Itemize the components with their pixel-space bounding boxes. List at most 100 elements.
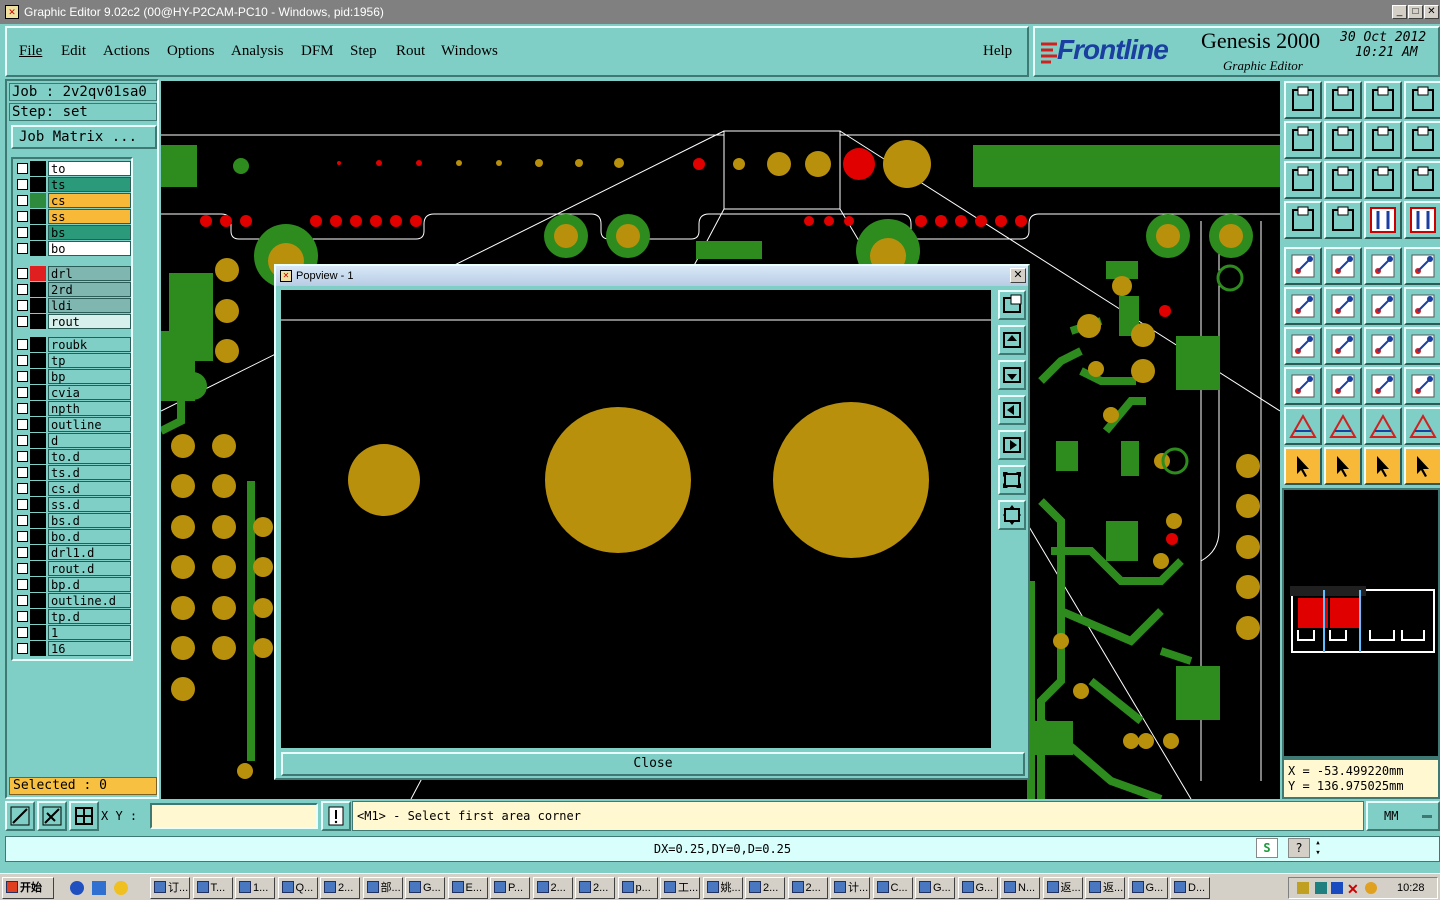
properties-icon[interactable]: [1404, 201, 1440, 239]
polygon-icon[interactable]: [1284, 407, 1322, 445]
layer-checkbox[interactable]: [17, 563, 28, 574]
media-icon[interactable]: [114, 881, 128, 895]
taskbar-item[interactable]: 返...: [1042, 877, 1083, 899]
layer-name[interactable]: rout.d: [48, 561, 131, 576]
taskbar-item[interactable]: 1...: [235, 877, 275, 899]
start-button[interactable]: 开始: [2, 877, 54, 899]
layer-name[interactable]: d: [48, 433, 131, 448]
minimize-button[interactable]: _: [1392, 5, 1407, 19]
layer-checkbox[interactable]: [17, 371, 28, 382]
connect-icon[interactable]: [1284, 287, 1322, 325]
layer-checkbox[interactable]: [17, 195, 28, 206]
taskbar-item[interactable]: G...: [957, 877, 998, 899]
measure-tool-icon[interactable]: [1324, 201, 1362, 239]
menu-dfm[interactable]: DFM: [301, 43, 334, 60]
layer-checkbox[interactable]: [17, 627, 28, 638]
layer-name[interactable]: to.d: [48, 449, 131, 464]
layer-checkbox[interactable]: [17, 300, 28, 311]
layer-name[interactable]: ldi: [48, 298, 131, 313]
layer-checkbox[interactable]: [17, 339, 28, 350]
add-surface-icon[interactable]: [1324, 247, 1362, 285]
layer-checkbox[interactable]: [17, 163, 28, 174]
layer-checkbox[interactable]: [17, 403, 28, 414]
taskbar-item[interactable]: E...: [447, 877, 488, 899]
layer-checkbox[interactable]: [17, 531, 28, 542]
taskbar-item[interactable]: G...: [1127, 877, 1168, 899]
layer-name[interactable]: bo: [48, 241, 131, 256]
layer-row[interactable]: tp.d: [15, 609, 131, 624]
restore-button[interactable]: □: [1408, 5, 1423, 19]
undo-icon[interactable]: [1364, 121, 1402, 159]
layer-checkbox[interactable]: [17, 499, 28, 510]
layer-checkbox[interactable]: [17, 467, 28, 478]
taskbar-item[interactable]: 计...: [830, 877, 870, 899]
layer-name[interactable]: 16: [48, 641, 131, 656]
layer-checkbox[interactable]: [17, 227, 28, 238]
select-net-icon[interactable]: [1364, 447, 1402, 485]
overview-map[interactable]: [1282, 488, 1440, 758]
popview-canvas[interactable]: [281, 290, 991, 748]
layer-row[interactable]: drl: [15, 266, 131, 281]
desktop-icon[interactable]: [92, 881, 106, 895]
layer-row[interactable]: bo: [15, 241, 131, 256]
unit-selector[interactable]: MM: [1366, 801, 1440, 831]
stretch-icon[interactable]: [1364, 367, 1402, 405]
layer-name[interactable]: ss: [48, 209, 131, 224]
layer-row[interactable]: 16: [15, 641, 131, 656]
pan-center-icon[interactable]: [1324, 161, 1362, 199]
layer-row[interactable]: rout.d: [15, 561, 131, 576]
taskbar-item[interactable]: N...: [1000, 877, 1040, 899]
help-icon[interactable]: ?: [1288, 838, 1310, 858]
layer-row[interactable]: roubk: [15, 337, 131, 352]
taskbar-item[interactable]: 工...: [660, 877, 700, 899]
ruler-icon[interactable]: [1364, 247, 1402, 285]
layer-checkbox[interactable]: [17, 284, 28, 295]
layer-row[interactable]: bs: [15, 225, 131, 240]
layer-name[interactable]: bp: [48, 369, 131, 384]
layer-row[interactable]: drl1.d: [15, 545, 131, 560]
open-job-icon[interactable]: [1284, 81, 1322, 119]
ime-s-icon[interactable]: S: [1256, 838, 1278, 858]
arch-icon[interactable]: [1364, 407, 1402, 445]
alert-icon[interactable]: [321, 801, 351, 831]
layer-name[interactable]: 1: [48, 625, 131, 640]
popview-close-button[interactable]: Close: [281, 752, 1025, 776]
layer-checkbox[interactable]: [17, 643, 28, 654]
layer-name[interactable]: to: [48, 161, 131, 176]
pan-left-icon[interactable]: [998, 395, 1026, 425]
layer-row[interactable]: ss: [15, 209, 131, 224]
layer-checkbox[interactable]: [17, 595, 28, 606]
taskbar-item[interactable]: 2...: [745, 877, 785, 899]
layer-name[interactable]: bs.d: [48, 513, 131, 528]
taskbar-item[interactable]: 部...: [362, 877, 403, 899]
layer-row[interactable]: npth: [15, 401, 131, 416]
menu-options[interactable]: Options: [167, 43, 215, 60]
layer-checkbox[interactable]: [17, 483, 28, 494]
layer-name[interactable]: outline.d: [48, 593, 131, 608]
layer-name[interactable]: outline: [48, 417, 131, 432]
pan-up-icon[interactable]: [998, 325, 1026, 355]
ie-icon[interactable]: [70, 881, 84, 895]
taskbar-item[interactable]: 2...: [787, 877, 828, 899]
scale-1-2-icon[interactable]: [1364, 161, 1402, 199]
menu-help[interactable]: Help: [983, 43, 1012, 60]
close-button[interactable]: ✕: [1424, 5, 1439, 19]
pan-right-icon[interactable]: [998, 430, 1026, 460]
layer-checkbox[interactable]: [17, 435, 28, 446]
arc-icon[interactable]: [1364, 327, 1402, 365]
layer-row[interactable]: bp: [15, 369, 131, 384]
taskbar-item[interactable]: P...: [490, 877, 530, 899]
layer-row[interactable]: to.d: [15, 449, 131, 464]
rotate-icon[interactable]: [1284, 327, 1322, 365]
taskbar-item[interactable]: 2...: [320, 877, 360, 899]
job-matrix-button[interactable]: Job Matrix ...: [11, 125, 157, 149]
tray-x-icon[interactable]: ✕: [1347, 879, 1359, 899]
layer-name[interactable]: cvia: [48, 385, 131, 400]
layer-row[interactable]: 1: [15, 625, 131, 640]
taskbar-item[interactable]: T...: [192, 877, 233, 899]
snap-pad-icon[interactable]: [1284, 367, 1322, 405]
layer-row[interactable]: d: [15, 433, 131, 448]
layer-row[interactable]: outline: [15, 417, 131, 432]
home-icon[interactable]: [1364, 81, 1402, 119]
zoom-home-icon[interactable]: [998, 500, 1026, 530]
